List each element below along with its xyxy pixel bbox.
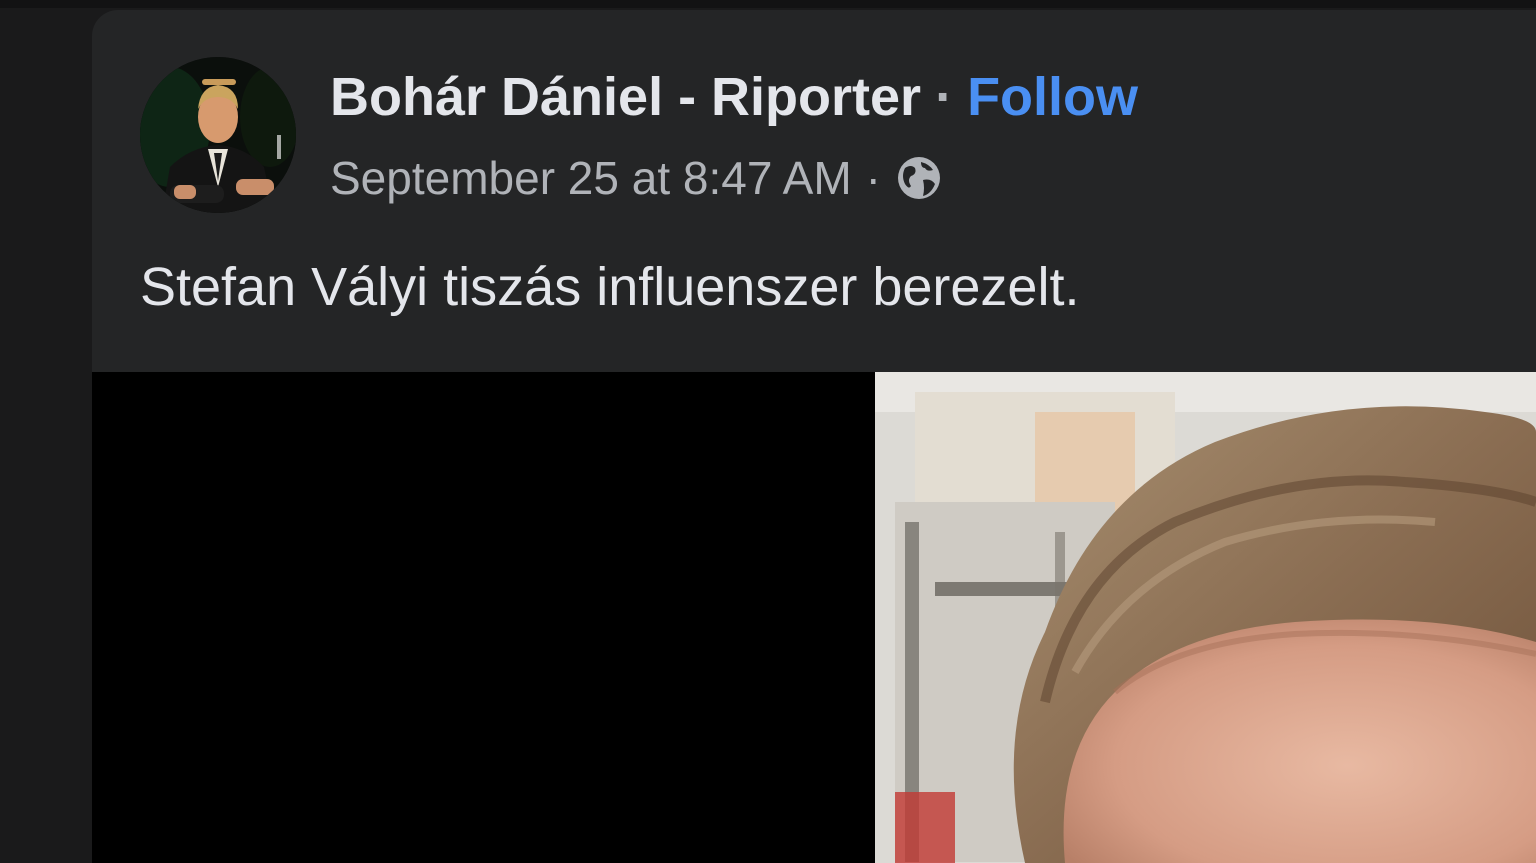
post-header: Bohár Dániel - Riporter · Follow	[330, 66, 1138, 128]
post-card: Bohár Dániel - Riporter · Follow Septemb…	[92, 10, 1536, 863]
header-separator: ·	[935, 67, 954, 127]
top-divider	[0, 0, 1536, 8]
post-timestamp[interactable]: September 25 at 8:47 AM	[330, 151, 852, 205]
post-text: Stefan Vályi tiszás influenszer berezelt…	[140, 257, 1080, 317]
globe-icon	[895, 154, 943, 202]
media-blank-panel	[92, 372, 875, 863]
avatar-photo	[140, 57, 296, 213]
follow-button[interactable]: Follow	[967, 66, 1138, 128]
meta-separator: ·	[865, 152, 881, 204]
author-name[interactable]: Bohár Dániel - Riporter	[330, 66, 921, 128]
post-media[interactable]	[92, 372, 1536, 863]
avatar[interactable]	[140, 57, 296, 213]
post-meta: September 25 at 8:47 AM ·	[330, 150, 943, 206]
media-photo[interactable]	[875, 372, 1536, 863]
